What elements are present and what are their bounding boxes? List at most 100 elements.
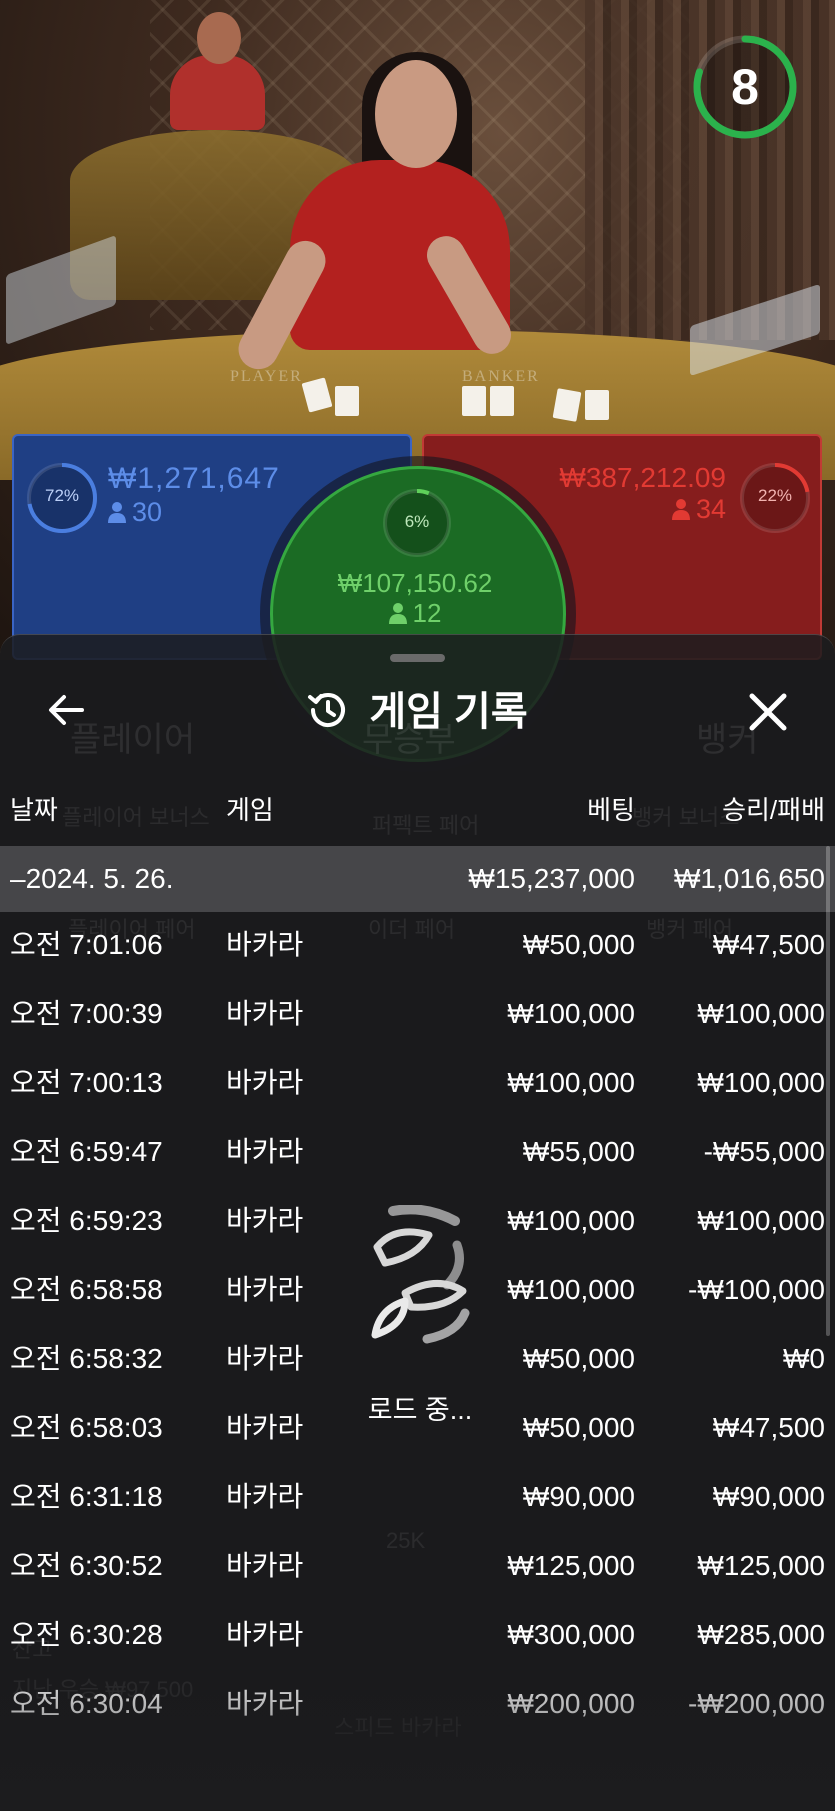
history-row[interactable]: 오전 7:00:39 바카라 ₩100,000 ₩100,000 (0, 981, 835, 1047)
history-row-bet: ₩50,000 (522, 1343, 635, 1374)
player-bettors: 30 (108, 497, 162, 528)
history-row-time: 오전 6:30:52 (10, 1550, 163, 1581)
player-bet-amount: ₩1,271,647 (108, 462, 280, 495)
user-icon (388, 603, 407, 624)
background-perfect-pair: 퍼펙트 페어 (372, 813, 480, 838)
history-row-game: 바카라 (226, 1550, 304, 1581)
history-row-time: 오전 7:00:39 (10, 998, 163, 1029)
background-player-bonus: 플레이어 보너스 (62, 805, 210, 830)
history-row-bet: ₩100,000 (507, 998, 635, 1029)
tie-percent: 6% (404, 512, 430, 531)
user-icon (108, 502, 126, 523)
countdown-timer-value: 8 (731, 59, 759, 115)
history-row-bet: ₩100,000 (507, 1067, 635, 1098)
history-row[interactable]: 오전 7:01:06 바카라 ₩50,000 ₩47,500 (0, 912, 835, 978)
player-bettors-count: 30 (132, 497, 163, 527)
history-row-game: 바카라 (226, 1412, 304, 1443)
date-group-bet-total: ₩15,237,000 (468, 863, 635, 894)
history-row-bet: ₩50,000 (522, 1412, 635, 1443)
history-row-game: 바카라 (226, 1136, 304, 1167)
history-row-winloss: ₩285,000 (697, 1619, 825, 1650)
history-row-winloss: ₩100,000 (697, 998, 825, 1029)
history-row-time: 오전 6:58:32 (10, 1343, 163, 1374)
history-row[interactable]: 오전 6:31:18 바카라 ₩90,000 ₩90,000 (0, 1464, 835, 1530)
column-header-game: 게임 (226, 795, 274, 825)
history-row-time: 오전 6:58:03 (10, 1412, 163, 1443)
history-row[interactable]: 오전 6:30:28 바카라 ₩300,000 ₩285,000 (0, 1602, 835, 1668)
history-row-winloss: ₩100,000 (697, 1205, 825, 1236)
history-row-winloss: -₩200,000 (688, 1688, 825, 1719)
history-row-time: 오전 6:30:28 (10, 1619, 163, 1650)
drag-handle[interactable] (390, 654, 445, 662)
history-row-game: 바카라 (226, 1688, 304, 1719)
history-row[interactable]: 오전 6:30:04 바카라 ₩200,000 -₩200,000 (0, 1671, 835, 1737)
history-row-time: 오전 6:59:23 (10, 1205, 163, 1236)
history-row-winloss: ₩47,500 (712, 929, 825, 960)
history-row-bet: ₩125,000 (507, 1550, 635, 1581)
user-icon (671, 499, 690, 520)
history-row-bet: ₩50,000 (522, 929, 635, 960)
date-group-winloss-total: ₩1,016,650 (674, 863, 825, 894)
scrollbar[interactable] (826, 846, 830, 1336)
history-row-game: 바카라 (226, 1343, 304, 1374)
close-button[interactable] (744, 688, 792, 736)
history-row[interactable]: 오전 6:59:47 바카라 ₩55,000 -₩55,000 (0, 1119, 835, 1185)
history-row-game: 바카라 (226, 1274, 304, 1305)
column-header-date: 날짜 (10, 795, 58, 825)
history-row-bet: ₩100,000 (507, 1205, 635, 1236)
history-row-winloss: ₩0 (783, 1343, 825, 1374)
history-icon (308, 693, 346, 727)
history-row-winloss: -₩55,000 (703, 1136, 825, 1167)
history-row-time: 오전 6:58:58 (10, 1274, 163, 1305)
banker-percent: 22% (757, 486, 793, 505)
history-row-game: 바카라 (226, 998, 304, 1029)
history-row-bet: ₩55,000 (522, 1136, 635, 1167)
dealer-head (375, 60, 457, 168)
history-row-game: 바카라 (226, 1067, 304, 1098)
history-row-bet: ₩300,000 (507, 1619, 635, 1650)
banker-bet-amount: ₩387,212.09 (559, 462, 726, 493)
history-row[interactable]: 오전 6:30:52 바카라 ₩125,000 ₩125,000 (0, 1533, 835, 1599)
table-label-banker: BANKER (462, 368, 540, 385)
banker-bettors-count: 34 (695, 494, 726, 524)
playing-card (462, 386, 486, 416)
history-row-winloss: ₩125,000 (697, 1550, 825, 1581)
column-header-bet: 베팅 (587, 795, 635, 825)
date-group-date: –2024. 5. 26. (10, 863, 174, 894)
history-row-time: 오전 6:31:18 (10, 1481, 163, 1512)
loading-spinner-icon (371, 1205, 470, 1344)
history-row-winloss: ₩100,000 (697, 1067, 825, 1098)
panel-title: 게임 기록 (369, 690, 528, 734)
banker-bettors: 34 (520, 494, 726, 525)
history-row-game: 바카라 (226, 1619, 304, 1650)
close-icon (749, 693, 787, 731)
loading-text: 로드 중... (367, 1395, 473, 1425)
history-row-bet: ₩200,000 (507, 1688, 635, 1719)
history-row[interactable]: 오전 7:00:13 바카라 ₩100,000 ₩100,000 (0, 1050, 835, 1116)
history-row-game: 바카라 (226, 1481, 304, 1512)
column-header-winloss: 승리/패배 (722, 795, 825, 825)
playing-card (552, 388, 582, 422)
date-group-row[interactable]: –2024. 5. 26. ₩15,237,000 ₩1,016,650 (0, 846, 835, 912)
history-row-bet: ₩90,000 (522, 1481, 635, 1512)
background-dealer (170, 55, 265, 130)
background-dealer-head (197, 12, 241, 64)
table-label-player: PLAYER (230, 368, 303, 385)
history-row-bet: ₩100,000 (507, 1274, 635, 1305)
playing-card (335, 386, 359, 416)
tie-bettors-count: 12 (412, 598, 442, 628)
playing-card (490, 386, 514, 416)
history-row-winloss: ₩90,000 (712, 1481, 825, 1512)
card-shoe-left (6, 234, 116, 346)
tie-bettors: 12 (270, 598, 560, 629)
history-row-time: 오전 6:30:04 (10, 1688, 163, 1719)
player-percent: 72% (44, 486, 80, 505)
tie-bet-amount: ₩107,150.62 (337, 568, 493, 598)
panel-header: 게임 기록 (0, 682, 835, 742)
history-row-time: 오전 6:59:47 (10, 1136, 163, 1167)
history-row-game: 바카라 (226, 1205, 304, 1236)
history-row-winloss: ₩47,500 (712, 1412, 825, 1443)
playing-card (585, 390, 609, 420)
history-row-winloss: -₩100,000 (688, 1274, 825, 1305)
history-row-game: 바카라 (226, 929, 304, 960)
